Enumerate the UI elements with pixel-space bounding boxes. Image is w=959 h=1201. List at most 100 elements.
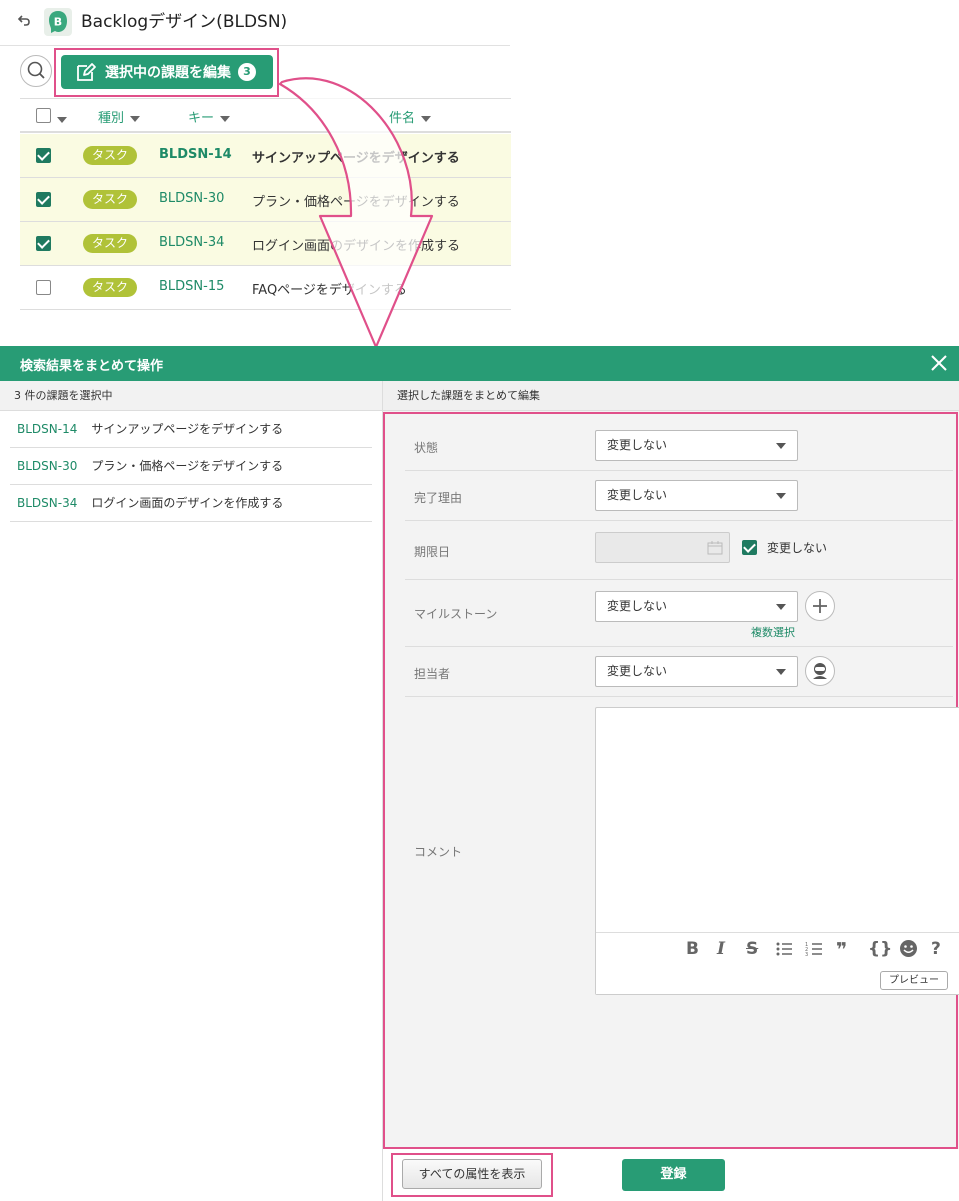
modal-title: 検索結果をまとめて操作: [20, 359, 164, 374]
italic-icon[interactable]: I: [717, 939, 725, 959]
issue-key-link[interactable]: BLDSN-30: [17, 459, 77, 473]
plus-icon: [813, 599, 827, 613]
column-key[interactable]: キー: [188, 107, 231, 126]
code-icon[interactable]: {}: [868, 939, 892, 959]
caret-down-icon: [421, 115, 432, 122]
calendar-icon[interactable]: [707, 541, 723, 555]
header-divider: [0, 45, 510, 46]
comment-label: コメント: [414, 845, 463, 859]
row-checkbox[interactable]: [36, 148, 51, 163]
assign-to-me-button[interactable]: [805, 656, 835, 686]
issue-subject: プラン・価格ページをデザインする: [91, 459, 284, 473]
milestone-row: マイルストーン 変更しない 複数選択: [405, 580, 953, 647]
issue-key-link[interactable]: BLDSN-14: [159, 147, 232, 162]
list-item[interactable]: BLDSN-34 ログイン画面のデザインを作成する: [10, 485, 372, 522]
assignee-label: 担当者: [414, 667, 451, 681]
issue-type-badge: タスク: [83, 146, 137, 165]
issue-key-link[interactable]: BLDSN-15: [159, 279, 224, 294]
status-label: 状態: [414, 441, 439, 455]
emoji-icon[interactable]: [899, 939, 918, 958]
selected-count-heading: 3 件の課題を選択中: [0, 381, 382, 411]
due-date-nochange-checkbox[interactable]: [742, 540, 757, 555]
user-avatar-icon: [813, 663, 827, 679]
status-row: 状態 変更しない: [405, 419, 953, 471]
help-icon[interactable]: ?: [931, 939, 941, 959]
issue-grid-header: 種別 キー 件名: [20, 98, 511, 133]
search-icon: [27, 61, 45, 79]
search-button[interactable]: [20, 55, 52, 87]
row-checkbox[interactable]: [36, 236, 51, 251]
issue-key-link[interactable]: BLDSN-30: [159, 191, 224, 206]
due-date-nochange-label[interactable]: 変更しない: [767, 539, 827, 556]
svg-text:3: 3: [805, 952, 808, 957]
comment-textarea[interactable]: B I S 1 2 3 ❞ {} ? プレビュー: [595, 707, 959, 995]
caret-down-icon: [776, 493, 786, 499]
caret-down-icon: [776, 604, 786, 610]
column-type[interactable]: 種別: [98, 107, 141, 126]
strikethrough-icon[interactable]: S: [746, 939, 758, 959]
add-milestone-button[interactable]: [805, 591, 835, 621]
register-button[interactable]: 登録: [622, 1159, 725, 1191]
multi-select-link[interactable]: 複数選択: [751, 624, 795, 640]
select-all-checkbox[interactable]: [36, 108, 51, 123]
issue-type-badge: タスク: [83, 234, 137, 253]
assignee-row: 担当者 変更しない: [405, 647, 953, 697]
comment-row: コメント B I S 1 2 3 ❞ {} ? プレビュー: [405, 697, 959, 1007]
back-arrow-icon[interactable]: [14, 12, 34, 32]
assignee-select[interactable]: 変更しない: [595, 656, 798, 687]
preview-button[interactable]: プレビュー: [880, 971, 948, 990]
caret-down-icon: [776, 669, 786, 675]
table-row[interactable]: タスク BLDSN-14 サインアップページをデザインする: [20, 134, 511, 178]
due-date-label: 期限日: [414, 545, 451, 559]
edit-selected-issues-button[interactable]: 選択中の課題を編集 3: [61, 55, 273, 89]
milestone-label: マイルストーン: [414, 607, 498, 621]
show-all-attributes-button[interactable]: すべての属性を表示: [402, 1159, 542, 1189]
edit-selected-label: 選択中の課題を編集: [105, 65, 231, 81]
quote-icon[interactable]: ❞: [836, 939, 847, 961]
bulk-edit-heading: 選択した課題をまとめて編集: [383, 381, 959, 411]
column-subject[interactable]: 件名: [389, 107, 432, 126]
issue-key-link[interactable]: BLDSN-34: [159, 235, 224, 250]
select-all-dropdown[interactable]: [57, 112, 67, 127]
issue-subject-link[interactable]: FAQページをデザインする: [252, 279, 407, 298]
bold-icon[interactable]: B: [686, 939, 699, 959]
numbered-list-icon[interactable]: 1 2 3: [805, 941, 823, 957]
svg-text:B: B: [54, 16, 62, 29]
issue-type-badge: タスク: [83, 278, 137, 297]
editor-toolbar: B I S 1 2 3 ❞ {} ? プレビュー: [596, 932, 959, 994]
row-checkbox[interactable]: [36, 192, 51, 207]
bulk-edit-form: 状態 変更しない 完了理由 変更しない 期限日 変更しない マイルストーン 変更…: [383, 412, 959, 1177]
project-title[interactable]: Backlogデザイン(BLDSN): [81, 10, 287, 34]
resolution-label: 完了理由: [414, 491, 463, 505]
caret-down-icon: [776, 443, 786, 449]
status-select[interactable]: 変更しない: [595, 430, 798, 461]
modal-header: 検索結果をまとめて操作: [0, 346, 959, 381]
table-row[interactable]: タスク BLDSN-15 FAQページをデザインする: [20, 266, 511, 310]
caret-down-icon: [57, 116, 67, 123]
modal-footer: すべての属性を表示 登録: [383, 1149, 959, 1201]
issue-key-link[interactable]: BLDSN-34: [17, 496, 77, 510]
issue-list-panel: B Backlogデザイン(BLDSN) 選択中の課題を編集 3 種別 キー 件…: [0, 0, 515, 320]
list-item[interactable]: BLDSN-30 プラン・価格ページをデザインする: [10, 448, 372, 485]
issue-type-badge: タスク: [83, 190, 137, 209]
bulk-edit-pane: 選択した課題をまとめて編集 状態 変更しない 完了理由 変更しない 期限日 変更…: [383, 381, 959, 1201]
issue-subject-link[interactable]: ログイン画面のデザインを作成する: [252, 235, 460, 254]
list-item[interactable]: BLDSN-14 サインアップページをデザインする: [10, 411, 372, 448]
issue-subject: サインアップページをデザインする: [91, 422, 284, 436]
caret-down-icon: [130, 115, 141, 122]
resolution-select[interactable]: 変更しない: [595, 480, 798, 511]
issue-subject-link[interactable]: サインアップページをデザインする: [252, 147, 460, 166]
issue-subject-link[interactable]: プラン・価格ページをデザインする: [252, 191, 460, 210]
edit-pencil-icon: [77, 63, 96, 81]
table-row[interactable]: タスク BLDSN-30 プラン・価格ページをデザインする: [20, 178, 511, 222]
selected-issues-pane: 3 件の課題を選択中 BLDSN-14 サインアップページをデザインする BLDS…: [0, 381, 383, 1201]
issue-subject: ログイン画面のデザインを作成する: [91, 496, 284, 510]
row-checkbox[interactable]: [36, 280, 51, 295]
due-date-input[interactable]: [595, 532, 730, 563]
table-row[interactable]: タスク BLDSN-34 ログイン画面のデザインを作成する: [20, 222, 511, 266]
close-icon[interactable]: [929, 353, 949, 373]
bullet-list-icon[interactable]: [775, 941, 793, 957]
milestone-select[interactable]: 変更しない: [595, 591, 798, 622]
issue-key-link[interactable]: BLDSN-14: [17, 422, 77, 436]
resolution-row: 完了理由 変更しない: [405, 471, 953, 521]
